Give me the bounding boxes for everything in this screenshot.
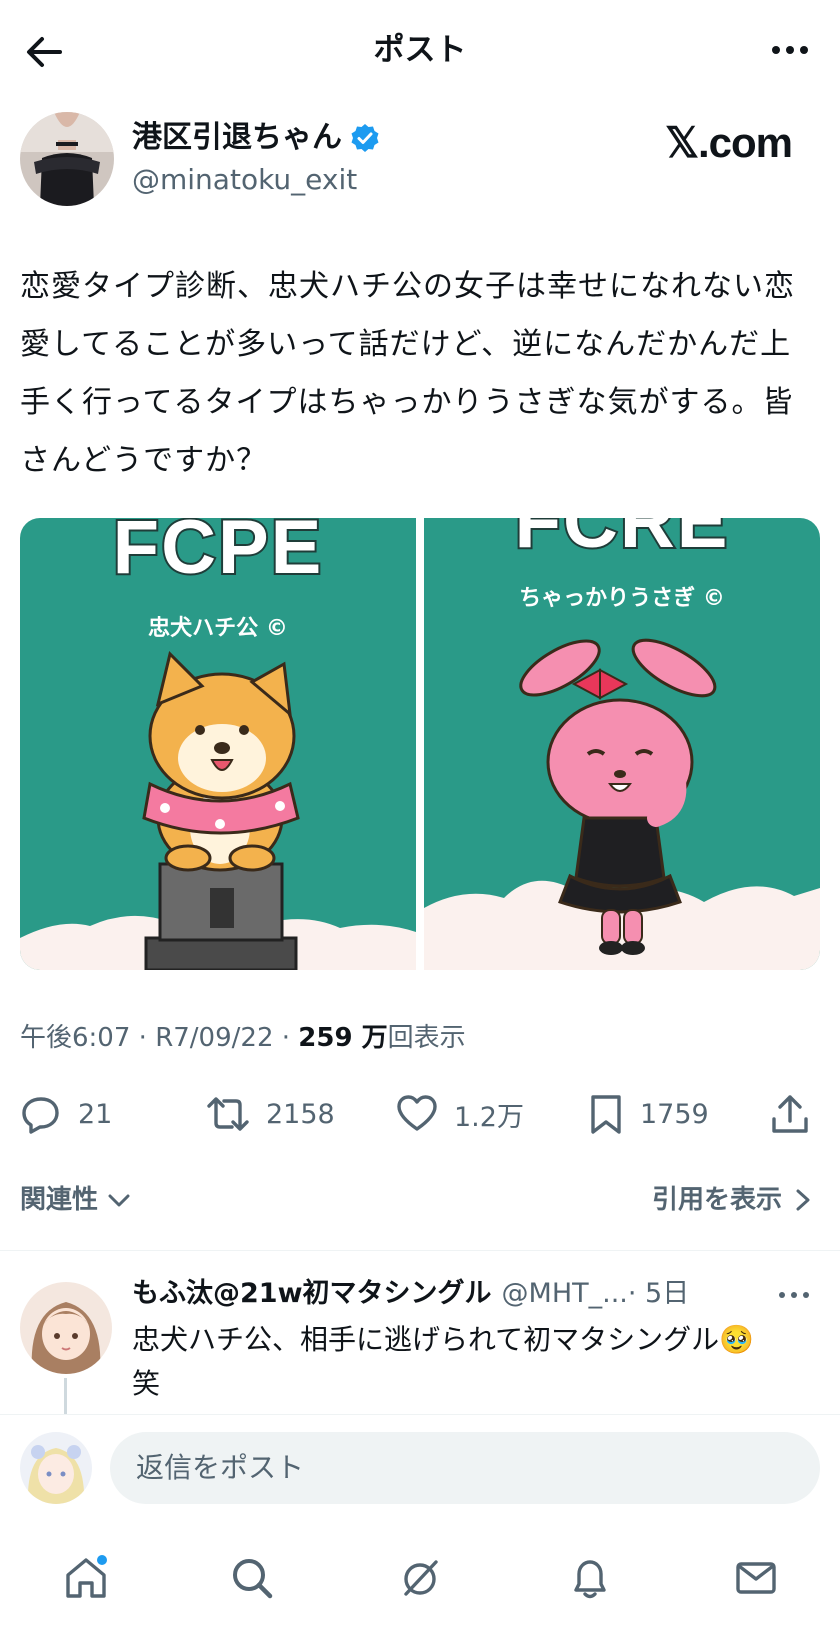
author-display-name: 港区引退ちゃん xyxy=(132,120,342,155)
bookmark-button[interactable]: 1759 xyxy=(588,1090,709,1138)
chevron-down-icon xyxy=(108,1194,130,1207)
rabbit-illustration xyxy=(424,638,820,970)
retweet-count: 2158 xyxy=(266,1098,335,1130)
like-icon xyxy=(397,1095,437,1131)
retweet-icon xyxy=(207,1097,249,1131)
reply-header: もふ汰@21w初マタシングル @MHT_...· 5日 xyxy=(132,1274,689,1314)
more-options-button[interactable] xyxy=(766,28,814,72)
more-icon xyxy=(779,1292,809,1298)
reply-avatar[interactable] xyxy=(20,1282,112,1374)
tab-home[interactable] xyxy=(56,1548,116,1608)
grok-icon xyxy=(404,1560,438,1596)
reply-more-button[interactable] xyxy=(774,1280,814,1310)
author-avatar[interactable] xyxy=(20,112,114,206)
tab-messages[interactable] xyxy=(726,1548,786,1608)
page-title: ポスト xyxy=(373,32,467,68)
reply-button[interactable]: 21 xyxy=(20,1090,112,1138)
share-button[interactable] xyxy=(770,1090,810,1138)
x-com-watermark: 𝕏.com xyxy=(665,119,793,166)
tweet-date[interactable]: R7/09/22 xyxy=(155,1023,273,1053)
share-icon xyxy=(772,1095,808,1133)
media-image-right[interactable]: FCRE ちゃっかりうさぎ © xyxy=(424,518,820,970)
verified-badge-icon xyxy=(351,124,379,152)
bookmark-icon xyxy=(591,1095,621,1134)
tweet-meta: 午後6:07 · R7/09/22 · 259 万回表示 xyxy=(20,1023,466,1053)
reply-count: 21 xyxy=(78,1098,113,1130)
reply-text: 忠犬ハチ公、相手に逃げられて初マタシングル🥹笑 xyxy=(132,1323,755,1400)
dog-illustration xyxy=(20,651,416,970)
retweet-button[interactable]: 2158 xyxy=(206,1090,335,1138)
tab-notifications[interactable] xyxy=(560,1548,620,1608)
like-count: 1.2万 xyxy=(454,1101,524,1133)
divider xyxy=(0,1414,840,1415)
reply-author-handle[interactable]: @MHT_... xyxy=(502,1278,628,1309)
search-icon xyxy=(233,1559,273,1599)
reply-author-name[interactable]: もふ汰@21w初マタシングル xyxy=(132,1274,492,1314)
author-name[interactable]: 港区引退ちゃん xyxy=(132,118,380,158)
author-handle[interactable]: @minatoku_exit xyxy=(132,160,357,200)
media-image-left[interactable]: FCPE 忠犬ハチ公 © xyxy=(20,518,416,970)
my-avatar[interactable] xyxy=(20,1432,92,1504)
tab-grok[interactable] xyxy=(390,1548,450,1608)
notifications-icon xyxy=(574,1560,606,1599)
sort-dropdown[interactable]: 関連性 xyxy=(20,1180,132,1220)
view-count: 259 万 xyxy=(298,1023,388,1053)
tab-search[interactable] xyxy=(222,1548,282,1608)
tweet-text: 恋愛タイプ診断、忠犬ハチ公の女子は幸せになれない恋愛してることが多いって話だけど… xyxy=(20,269,795,478)
reply-age: · 5日 xyxy=(627,1278,690,1309)
home-icon xyxy=(66,1555,107,1598)
view-suffix: 回表示 xyxy=(387,1023,466,1053)
bookmark-count: 1759 xyxy=(640,1098,709,1130)
view-quotes-label: 引用を表示 xyxy=(651,1185,782,1215)
divider xyxy=(0,1250,840,1251)
chevron-right-icon xyxy=(796,1189,810,1211)
like-button[interactable]: 1.2万 xyxy=(396,1090,524,1138)
view-quotes-link[interactable]: 引用を表示 xyxy=(652,1180,814,1220)
tweet-time[interactable]: 午後6:07 xyxy=(20,1023,130,1053)
more-icon xyxy=(772,46,808,54)
reply-icon xyxy=(22,1097,59,1134)
thread-line xyxy=(64,1378,67,1414)
sort-label: 関連性 xyxy=(20,1185,99,1215)
reply-compose-input[interactable]: 返信をポスト xyxy=(110,1432,820,1504)
messages-icon xyxy=(736,1562,776,1594)
